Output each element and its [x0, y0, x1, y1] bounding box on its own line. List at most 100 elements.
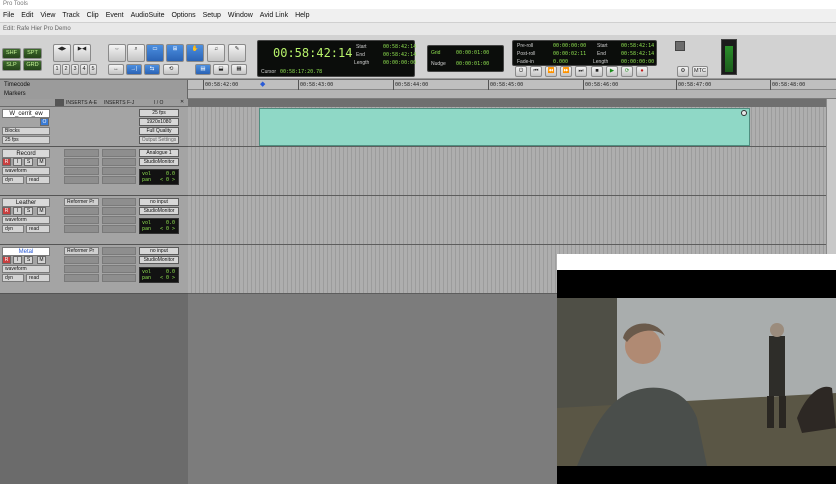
output-selector[interactable]: StudioMonitor: [139, 207, 179, 215]
start-value[interactable]: 00:58:42:14: [383, 44, 416, 50]
insert-slot-i[interactable]: [102, 176, 136, 184]
pencil-tool-icon[interactable]: ✎: [228, 44, 246, 62]
fast-forward-icon[interactable]: ⏩: [560, 66, 572, 77]
pan-value[interactable]: < 0 >: [160, 177, 175, 183]
insert-slot-d[interactable]: [64, 274, 99, 282]
input-selector[interactable]: no input: [139, 247, 179, 255]
end-value[interactable]: 00:58:42:14: [383, 52, 416, 58]
nudge-value[interactable]: 00:00:01:00: [456, 61, 489, 67]
zoom-out-icon[interactable]: ▶◀: [73, 44, 91, 62]
mute-button[interactable]: M: [37, 256, 46, 264]
insert-slot-i[interactable]: [102, 274, 136, 282]
shuffle-mode-button[interactable]: SHF: [2, 48, 21, 59]
search-icon[interactable]: ⌕: [127, 44, 145, 62]
clip-options-icon[interactable]: [741, 110, 747, 116]
volume-pan-display[interactable]: vol 0.0 pan < 0 >: [139, 218, 179, 234]
track-view-select[interactable]: waveform: [2, 167, 50, 175]
insert-slot-d[interactable]: [64, 225, 99, 233]
video-quality-io[interactable]: Full Quality: [139, 127, 179, 135]
main-counter[interactable]: 00:58:42:14 Start 00:58:42:14 End 00:58:…: [257, 40, 416, 77]
zoom-in-icon[interactable]: ◀▶: [53, 44, 71, 62]
video-window-titlebar[interactable]: [557, 254, 836, 270]
record-enable-button[interactable]: R: [2, 158, 11, 166]
record-icon[interactable]: ●: [636, 66, 648, 77]
insert-slot-c[interactable]: [64, 167, 99, 175]
insert-slot-a[interactable]: Reformer Pr: [64, 198, 99, 206]
record-enable-button[interactable]: R: [2, 207, 11, 215]
transport-start-value[interactable]: 00:58:42:14: [621, 43, 654, 49]
volume-pan-display[interactable]: vol 0.0 pan < 0 >: [139, 169, 179, 185]
insert-slot-h[interactable]: [102, 167, 136, 175]
loop-icon[interactable]: ⬓: [213, 64, 229, 75]
volume-pan-display[interactable]: vol 0.0 pan < 0 >: [139, 267, 179, 283]
track-lane-leather[interactable]: [188, 196, 836, 245]
video-rate-select[interactable]: 25 fps: [2, 136, 50, 144]
output-selector[interactable]: StudioMonitor: [139, 256, 179, 264]
track-name[interactable]: Record: [2, 149, 50, 158]
transport-length-value[interactable]: 00:00:00:00: [621, 59, 654, 65]
zoom-preset-4[interactable]: 4: [80, 64, 88, 75]
solo-button[interactable]: S: [24, 158, 33, 166]
track-view-select[interactable]: waveform: [2, 265, 50, 273]
solo-button[interactable]: S: [24, 207, 33, 215]
automation-mode-select[interactable]: read: [26, 225, 50, 233]
menu-edit[interactable]: Edit: [21, 12, 33, 19]
menu-view[interactable]: View: [40, 12, 55, 19]
grid-value[interactable]: 00:00:01:00: [456, 50, 489, 56]
menu-track[interactable]: Track: [62, 12, 79, 19]
zoom-preset-2[interactable]: 2: [62, 64, 70, 75]
menu-event[interactable]: Event: [106, 12, 124, 19]
grid-view-icon[interactable]: ▤: [195, 64, 211, 75]
trim-tool-icon[interactable]: ▭: [146, 44, 164, 62]
vertical-scrollbar[interactable]: [826, 99, 836, 254]
input-selector[interactable]: Analogue 1: [139, 149, 179, 157]
dyn-select[interactable]: dyn: [2, 225, 24, 233]
menu-setup[interactable]: Setup: [203, 12, 221, 19]
insert-slot-c[interactable]: [64, 265, 99, 273]
tab-to-transient-icon[interactable]: →|: [126, 64, 142, 75]
insert-slot-h[interactable]: [102, 265, 136, 273]
solo-button[interactable]: S: [24, 256, 33, 264]
mirror-edit-icon[interactable]: ⇆: [144, 64, 160, 75]
playhead-marker-icon[interactable]: ◆: [260, 81, 266, 88]
video-rate-io[interactable]: 25 fps: [139, 109, 179, 117]
video-online-button[interactable]: O: [40, 118, 49, 126]
menu-help[interactable]: Help: [295, 12, 309, 19]
video-window[interactable]: [557, 254, 836, 484]
dyn-select[interactable]: dyn: [2, 176, 24, 184]
insert-slot-b[interactable]: [64, 256, 99, 264]
track-view-select[interactable]: waveform: [2, 216, 50, 224]
zoom-preset-1[interactable]: 1: [53, 64, 61, 75]
link-icon[interactable]: ↔: [108, 64, 124, 75]
insert-slot-d[interactable]: [64, 176, 99, 184]
post-roll-value[interactable]: 00:00:02:11: [553, 51, 586, 57]
track-name[interactable]: Metal: [2, 247, 50, 256]
automation-mode-select[interactable]: read: [26, 176, 50, 184]
input-monitor-button[interactable]: I: [13, 207, 22, 215]
close-icon[interactable]: ✕: [180, 99, 184, 105]
insert-slot-f[interactable]: [102, 247, 136, 255]
insert-slot-f[interactable]: [102, 149, 136, 157]
insert-slot-g[interactable]: [102, 256, 136, 264]
mute-button[interactable]: M: [37, 207, 46, 215]
insertion-follows-icon[interactable]: ⟲: [163, 64, 179, 75]
menu-file[interactable]: File: [3, 12, 14, 19]
settings-icon[interactable]: ⚙: [677, 66, 689, 77]
keyboard-focus-icon[interactable]: ▦: [231, 64, 247, 75]
pan-value[interactable]: < 0 >: [160, 275, 175, 281]
stop-icon[interactable]: ■: [591, 66, 603, 77]
insert-slot-i[interactable]: [102, 225, 136, 233]
insert-slot-a[interactable]: Reformer Pr: [64, 247, 99, 255]
grabber-tool-icon[interactable]: ✋: [186, 44, 204, 62]
return-to-zero-icon[interactable]: ⏮: [530, 66, 542, 77]
column-menu-icon[interactable]: [55, 99, 64, 106]
play-icon[interactable]: ▶: [606, 66, 618, 77]
output-selector[interactable]: StudioMonitor: [139, 158, 179, 166]
mtc-button[interactable]: MTC: [692, 66, 708, 77]
menu-window[interactable]: Window: [228, 12, 253, 19]
input-monitor-button[interactable]: I: [13, 256, 22, 264]
video-resolution-io[interactable]: 1920x1080: [139, 118, 179, 126]
track-lane-record[interactable]: [188, 147, 836, 196]
track-name[interactable]: Leather: [2, 198, 50, 207]
insert-slot-a[interactable]: [64, 149, 99, 157]
